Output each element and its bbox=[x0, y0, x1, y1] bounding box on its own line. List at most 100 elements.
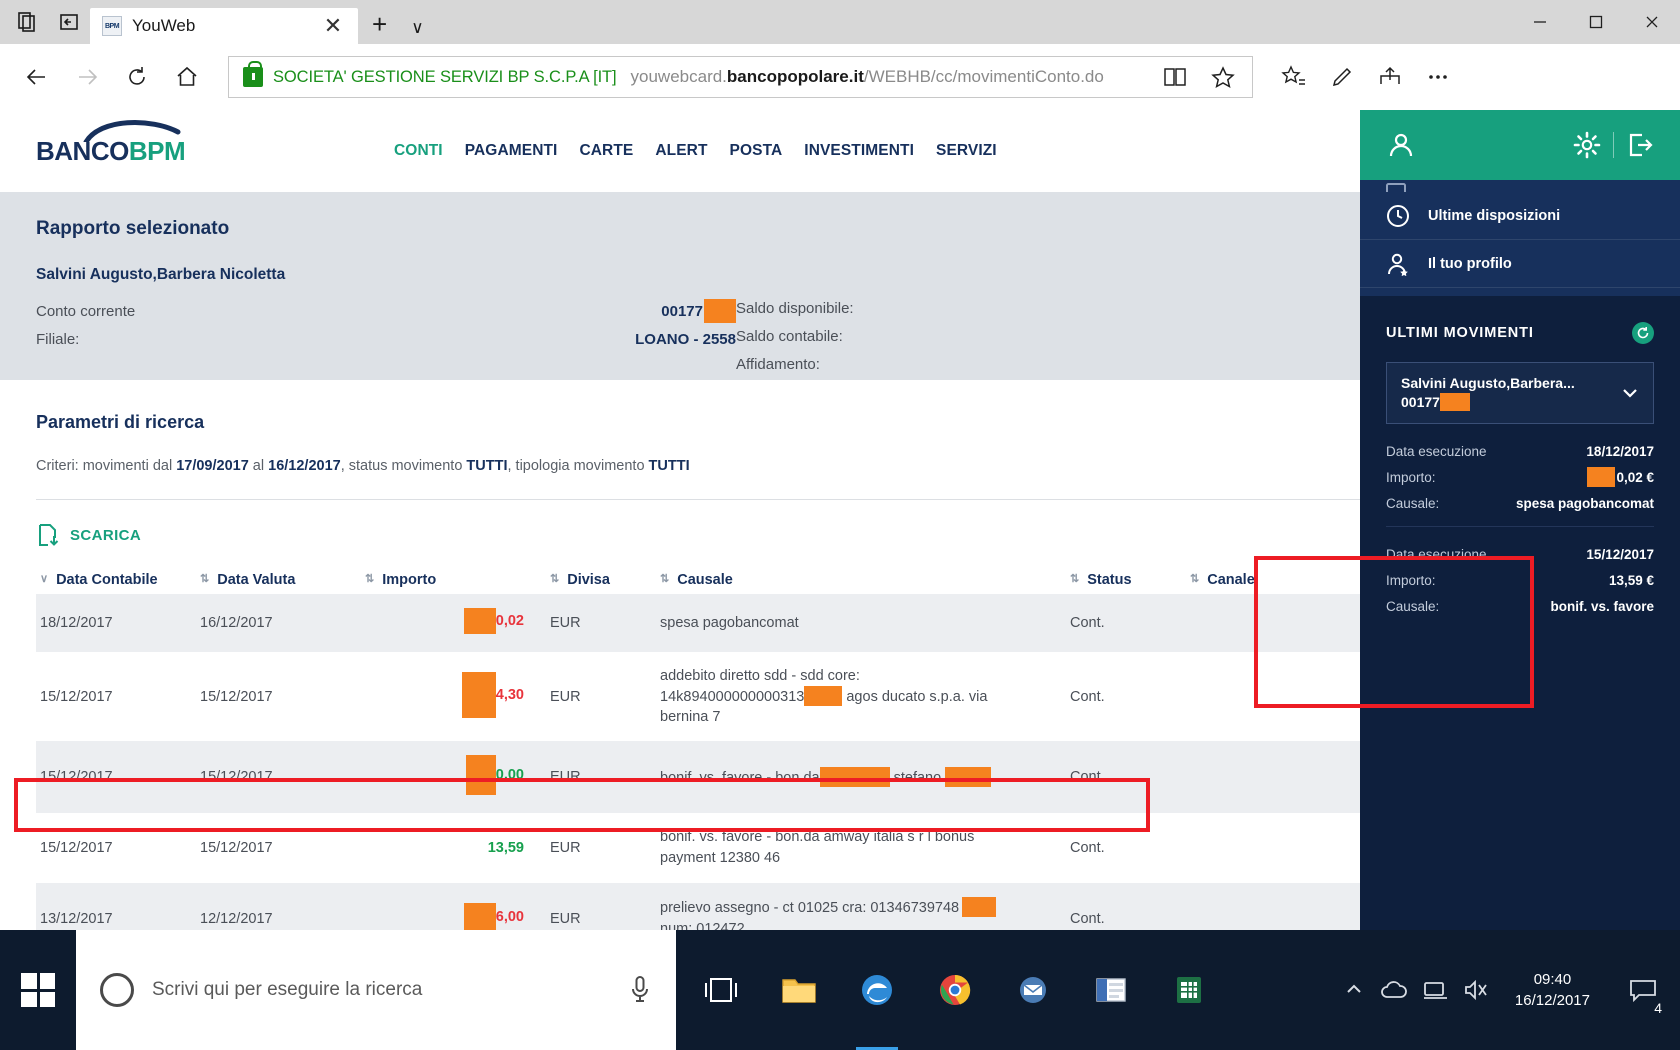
column-header-status[interactable]: ⇅ Status bbox=[1066, 566, 1186, 594]
maximize-button[interactable] bbox=[1568, 0, 1624, 44]
detail-label: Saldo contabile: bbox=[736, 327, 843, 345]
certificate-organization: SOCIETA' GESTIONE SERVIZI BP S.C.P.A [IT… bbox=[273, 67, 617, 86]
refresh-icon[interactable] bbox=[1632, 322, 1654, 344]
sidebar-item-label: Ultime disposizioni bbox=[1428, 207, 1561, 224]
home-icon[interactable] bbox=[164, 54, 210, 100]
column-label: Importo bbox=[382, 572, 437, 588]
download-button[interactable]: SCARICA bbox=[36, 523, 141, 547]
causale-line-3: bernina 7 bbox=[660, 709, 721, 725]
chevron-down-icon[interactable] bbox=[1621, 384, 1639, 402]
causale-part-a: bonif. vs. favore - bon.da bbox=[660, 770, 820, 786]
section-title: ULTIMI MOVIMENTI bbox=[1386, 322, 1654, 344]
office-icon[interactable] bbox=[1076, 930, 1146, 1050]
causale-line-2: num: 012472 bbox=[660, 921, 745, 930]
taskbar-clock[interactable]: 09:40 16/12/2017 bbox=[1503, 969, 1602, 1011]
cell-divisa: EUR bbox=[550, 615, 581, 631]
new-tab-button[interactable]: + bbox=[358, 9, 401, 44]
movement-amount-value: 13,59 € bbox=[1608, 572, 1654, 588]
detail-label: Saldo disponibile: bbox=[736, 299, 854, 317]
nav-item-pagamenti[interactable]: PAGAMENTI bbox=[465, 142, 558, 160]
sort-desc-icon: ∨ bbox=[40, 573, 49, 585]
banco-bpm-logo[interactable]: BANCOBPM bbox=[36, 119, 206, 167]
movement-date-row: Data esecuzione 15/12/2017 bbox=[1386, 541, 1654, 567]
window-controls bbox=[1512, 0, 1680, 44]
share-icon[interactable] bbox=[1367, 54, 1413, 100]
causale-line-2a: 14k894000000000313 bbox=[660, 689, 805, 705]
mail-icon[interactable] bbox=[998, 930, 1068, 1050]
back-icon[interactable] bbox=[14, 54, 60, 100]
nav-item-alert[interactable]: ALERT bbox=[655, 142, 707, 160]
excel-icon[interactable] bbox=[1154, 930, 1224, 1050]
nav-item-carte[interactable]: CARTE bbox=[579, 142, 633, 160]
cell-data-contabile: 15/12/2017 bbox=[36, 813, 196, 883]
column-header-importo[interactable]: ⇅ Importo bbox=[361, 566, 546, 594]
microphone-icon[interactable] bbox=[628, 975, 652, 1005]
url-path: /WEBHB/cc/movimentiConto.do bbox=[863, 67, 1104, 86]
notification-count: 4 bbox=[1654, 1000, 1662, 1016]
hub-favorites-icon[interactable] bbox=[1271, 54, 1317, 100]
column-header-divisa[interactable]: ⇅ Divisa bbox=[546, 566, 656, 594]
cell-data-valuta: 15/12/2017 bbox=[200, 769, 273, 785]
causale-line-1: bonif. vs. favore - bon.da amway italia … bbox=[660, 829, 975, 845]
criteria-mid2: , status movimento bbox=[340, 458, 467, 474]
cell-status: Cont. bbox=[1066, 813, 1186, 883]
cell-data-valuta: 16/12/2017 bbox=[200, 615, 273, 631]
taskbar-search-box[interactable]: Scrivi qui per eseguire la ricerca bbox=[76, 930, 676, 1050]
nav-item-posta[interactable]: POSTA bbox=[730, 142, 783, 160]
notifications-button[interactable]: 4 bbox=[1616, 930, 1670, 1050]
reading-view-icon[interactable] bbox=[1152, 54, 1198, 100]
browser-tab[interactable]: BPM YouWeb ✕ bbox=[90, 8, 358, 44]
criteria-prefix: Criteri: movimenti dal bbox=[36, 458, 177, 474]
user-icon[interactable] bbox=[1386, 130, 1416, 160]
volume-icon[interactable] bbox=[1463, 979, 1489, 1001]
column-header-data-valuta[interactable]: ⇅ Data Valuta bbox=[196, 566, 361, 594]
file-explorer-icon[interactable] bbox=[764, 930, 834, 1050]
cell-status: Cont. bbox=[1070, 769, 1105, 785]
nav-item-conti[interactable]: CONTI bbox=[394, 142, 443, 160]
detail-label: Affidamento: bbox=[736, 355, 820, 373]
nav-item-servizi[interactable]: SERVIZI bbox=[936, 142, 997, 160]
tabs-aside-restore-icon[interactable] bbox=[52, 5, 86, 39]
address-bar[interactable]: SOCIETA' GESTIONE SERVIZI BP S.C.P.A [IT… bbox=[228, 56, 1253, 98]
criteria-date-from: 17/09/2017 bbox=[176, 458, 249, 474]
start-button[interactable] bbox=[0, 930, 76, 1050]
tray-expand-icon[interactable] bbox=[1343, 979, 1365, 1001]
redaction-box bbox=[945, 767, 992, 787]
refresh-icon[interactable] bbox=[114, 54, 160, 100]
onedrive-icon[interactable] bbox=[1379, 979, 1409, 1001]
gear-icon[interactable] bbox=[1573, 131, 1601, 159]
close-window-button[interactable] bbox=[1624, 0, 1680, 44]
web-notes-icon[interactable] bbox=[1319, 54, 1365, 100]
forward-icon[interactable] bbox=[64, 54, 110, 100]
network-icon[interactable] bbox=[1423, 979, 1449, 1001]
ultimi-movimenti-section: ULTIMI MOVIMENTI Salvini Augusto,Barbera… bbox=[1360, 296, 1680, 629]
cell-status: Cont. bbox=[1070, 910, 1105, 927]
close-tab-icon[interactable]: ✕ bbox=[320, 13, 346, 39]
column-header-data-contabile[interactable]: ∨ Data Contabile bbox=[36, 566, 196, 594]
cell-causale: spesa pagobancomat bbox=[660, 615, 799, 631]
account-number: 00177 bbox=[661, 302, 703, 320]
movement-item-highlighted[interactable]: Data esecuzione 15/12/2017 Importo: 13,5… bbox=[1386, 527, 1654, 629]
nav-item-investimenti[interactable]: INVESTIMENTI bbox=[804, 142, 914, 160]
url-text: youwebcard.bancopopolare.it/WEBHB/cc/mov… bbox=[631, 67, 1104, 87]
column-header-causale[interactable]: ⇅ Causale bbox=[656, 566, 1066, 594]
movement-item[interactable]: Data esecuzione 18/12/2017 Importo: 0,02… bbox=[1386, 424, 1654, 527]
criteria-mid3: , tipologia movimento bbox=[507, 458, 649, 474]
movement-amount-value: 0,02 € bbox=[1587, 467, 1654, 487]
sidebar-item-il-tuo-profilo[interactable]: Il tuo profilo bbox=[1360, 240, 1680, 288]
sidebar-item-ultime-disposizioni[interactable]: Ultime disposizioni bbox=[1360, 192, 1680, 240]
cell-data-contabile: 15/12/2017 bbox=[40, 688, 113, 705]
favorite-star-icon[interactable] bbox=[1200, 54, 1246, 100]
more-options-icon[interactable] bbox=[1415, 54, 1461, 100]
chevron-down-icon[interactable]: ∨ bbox=[401, 18, 433, 44]
set-tabs-aside-icon[interactable] bbox=[10, 5, 44, 39]
logout-icon[interactable] bbox=[1626, 131, 1654, 159]
favicon-label: BPM bbox=[104, 22, 120, 30]
causale-line-2: payment 12380 46 bbox=[660, 850, 781, 866]
edge-icon[interactable] bbox=[842, 930, 912, 1050]
task-view-icon[interactable] bbox=[686, 930, 756, 1050]
account-selector-dropdown[interactable]: Salvini Augusto,Barbera... 00177 bbox=[1386, 362, 1654, 424]
minimize-button[interactable] bbox=[1512, 0, 1568, 44]
movement-date-label: Data esecuzione bbox=[1386, 443, 1487, 459]
chrome-icon[interactable] bbox=[920, 930, 990, 1050]
